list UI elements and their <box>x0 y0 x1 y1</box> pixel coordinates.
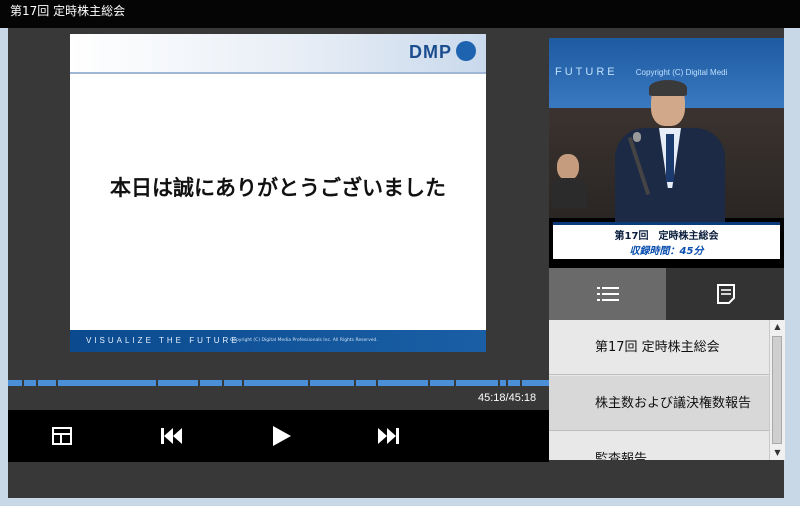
scroll-thumb[interactable] <box>772 336 782 444</box>
chapter-list: 第17回 定時株主総会 株主数および議決権数報告 監査報告 <box>549 320 769 460</box>
speaker-video[interactable]: FUTURE Copyright (C) Digital Medi 第17回 定… <box>549 38 784 268</box>
slide-footer: VISUALIZE THE FUTURE Copyright (C) Digit… <box>70 330 486 352</box>
slide-message: 本日は誠にありがとうございました <box>110 176 446 200</box>
play-icon[interactable] <box>270 424 294 448</box>
tab-chapters[interactable] <box>549 268 666 320</box>
seek-bar[interactable] <box>8 380 549 386</box>
logo-mark-icon <box>456 41 476 61</box>
list-icon <box>596 287 619 301</box>
caption-title: 第17回 定時株主総会 <box>614 231 719 242</box>
app-window: 第17回 定時株主総会 DMP 本日は誠にありがとうございました VISUALI… <box>0 0 800 506</box>
player-frame: DMP 本日は誠にありがとうございました VISUALIZE THE FUTUR… <box>8 28 785 498</box>
skip-forward-icon[interactable] <box>376 424 400 448</box>
notes-icon <box>716 284 735 304</box>
skip-back-icon[interactable] <box>160 424 184 448</box>
audience-person <box>551 154 591 208</box>
tab-notes[interactable] <box>667 268 784 320</box>
caption-duration: 収録時間：45分 <box>629 246 704 257</box>
video-banner: FUTURE Copyright (C) Digital Medi <box>555 66 728 78</box>
chapter-scrollbar[interactable]: ▲ ▼ <box>769 320 785 460</box>
window-title: 第17回 定時株主総会 <box>0 0 800 28</box>
video-caption: 第17回 定時株主総会 収録時間：45分 <box>553 222 780 259</box>
layout-icon[interactable] <box>50 424 74 448</box>
side-tabs <box>549 268 784 320</box>
list-item[interactable]: 第17回 定時株主総会 <box>549 320 769 375</box>
scroll-down-icon[interactable]: ▼ <box>770 446 785 460</box>
control-bar <box>8 410 549 462</box>
time-display: 45:18/45:18 <box>478 392 537 404</box>
footer-copyright: Copyright (C) Digital Media Professional… <box>230 338 378 343</box>
slide-view: DMP 本日は誠にありがとうございました VISUALIZE THE FUTUR… <box>70 34 486 352</box>
scroll-up-icon[interactable]: ▲ <box>770 320 785 334</box>
dmp-logo: DMP <box>409 42 452 62</box>
list-item[interactable]: 株主数および議決権数報告 <box>549 376 769 431</box>
list-item[interactable]: 監査報告 <box>549 432 769 460</box>
footer-tagline: VISUALIZE THE FUTURE <box>86 336 240 345</box>
